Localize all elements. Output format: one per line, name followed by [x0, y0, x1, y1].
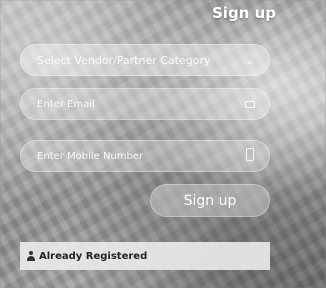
sign-up-button[interactable]: Sign up [150, 184, 270, 217]
mobile-field[interactable]: Enter Mobile Number [20, 140, 270, 172]
user-icon [26, 251, 36, 261]
email-placeholder: Enter Email [37, 98, 95, 110]
already-registered-label: Already Registered [39, 250, 148, 262]
vendor-category-select[interactable]: Select Vendor/Partner Category ⌄ [20, 44, 270, 76]
phone-icon [243, 148, 257, 164]
email-field[interactable]: Enter Email [20, 88, 270, 120]
chevron-down-icon: ⌄ [244, 53, 256, 67]
mobile-placeholder: Enter Mobile Number [37, 150, 144, 162]
envelope-icon [243, 98, 257, 111]
already-registered-link[interactable]: Already Registered [20, 242, 270, 270]
form-title: Sign up [212, 4, 276, 22]
vendor-category-value: Select Vendor/Partner Category [37, 53, 211, 67]
